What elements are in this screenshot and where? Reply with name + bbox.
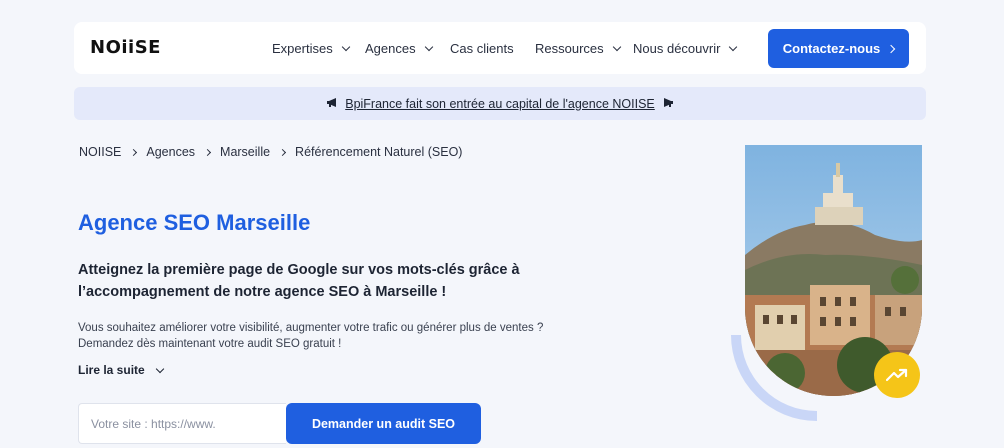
breadcrumb-item-marseille[interactable]: Marseille <box>220 145 270 159</box>
trending-up-icon <box>886 368 908 382</box>
nav-item-ressources[interactable]: Ressources <box>535 41 621 56</box>
read-more-label: Lire la suite <box>78 363 145 377</box>
nav-item-agences[interactable]: Agences <box>365 41 433 56</box>
website-url-input[interactable] <box>78 403 286 444</box>
hero-visual <box>729 145 924 425</box>
page-subtitle: Atteignez la première page de Google sur… <box>78 262 520 300</box>
megaphone-icon <box>326 97 339 111</box>
nav-label: Nous découvrir <box>633 41 721 56</box>
breadcrumb-item-current: Référencement Naturel (SEO) <box>295 145 463 159</box>
intro-line: Demandez dès maintenant votre audit SEO … <box>78 338 342 350</box>
chevron-down-icon <box>729 42 738 52</box>
page-title: Agence SEO Marseille <box>78 210 311 235</box>
contact-button-label: Contactez-nous <box>782 41 881 56</box>
breadcrumb: NOIISE Agences Marseille Référencement N… <box>79 145 462 159</box>
megaphone-icon <box>661 97 674 111</box>
chevron-down-icon <box>341 42 350 52</box>
chevron-down-icon <box>612 42 621 52</box>
intro-text: Vous souhaitez améliorer votre visibilit… <box>78 320 578 352</box>
contact-button[interactable]: Contactez-nous <box>768 29 909 68</box>
breadcrumb-item-home[interactable]: NOIISE <box>79 145 121 159</box>
nav-item-cas-clients[interactable]: Cas clients <box>450 41 514 56</box>
chevron-down-icon <box>424 42 433 52</box>
chevron-right-icon <box>130 148 138 156</box>
nav-label: Agences <box>365 41 416 56</box>
chevron-right-icon <box>279 148 287 156</box>
noiise-logo[interactable]: NOiiSE <box>90 37 161 58</box>
chevron-right-icon <box>203 148 212 156</box>
chevron-down-icon <box>155 364 164 373</box>
announcement-banner: BpiFrance fait son entrée au capital de … <box>74 87 926 120</box>
breadcrumb-item-agences[interactable]: Agences <box>146 145 195 159</box>
nav-item-expertises[interactable]: Expertises <box>272 41 350 56</box>
read-more-toggle[interactable]: Lire la suite <box>78 363 164 377</box>
site-header: NOiiSE Expertises Agences Cas clients Re… <box>74 22 926 74</box>
announcement-link[interactable]: BpiFrance fait son entrée au capital de … <box>345 97 655 111</box>
nav-item-nous-decouvrir[interactable]: Nous découvrir <box>633 41 738 56</box>
growth-badge <box>874 352 920 398</box>
chevron-right-icon <box>887 44 896 53</box>
nav-label: Expertises <box>272 41 333 56</box>
audit-form: Demander un audit SEO <box>78 403 481 444</box>
nav-label: Cas clients <box>450 41 514 56</box>
intro-line: Vous souhaitez améliorer votre visibilit… <box>78 322 544 334</box>
request-audit-button[interactable]: Demander un audit SEO <box>286 403 481 444</box>
nav-label: Ressources <box>535 41 604 56</box>
